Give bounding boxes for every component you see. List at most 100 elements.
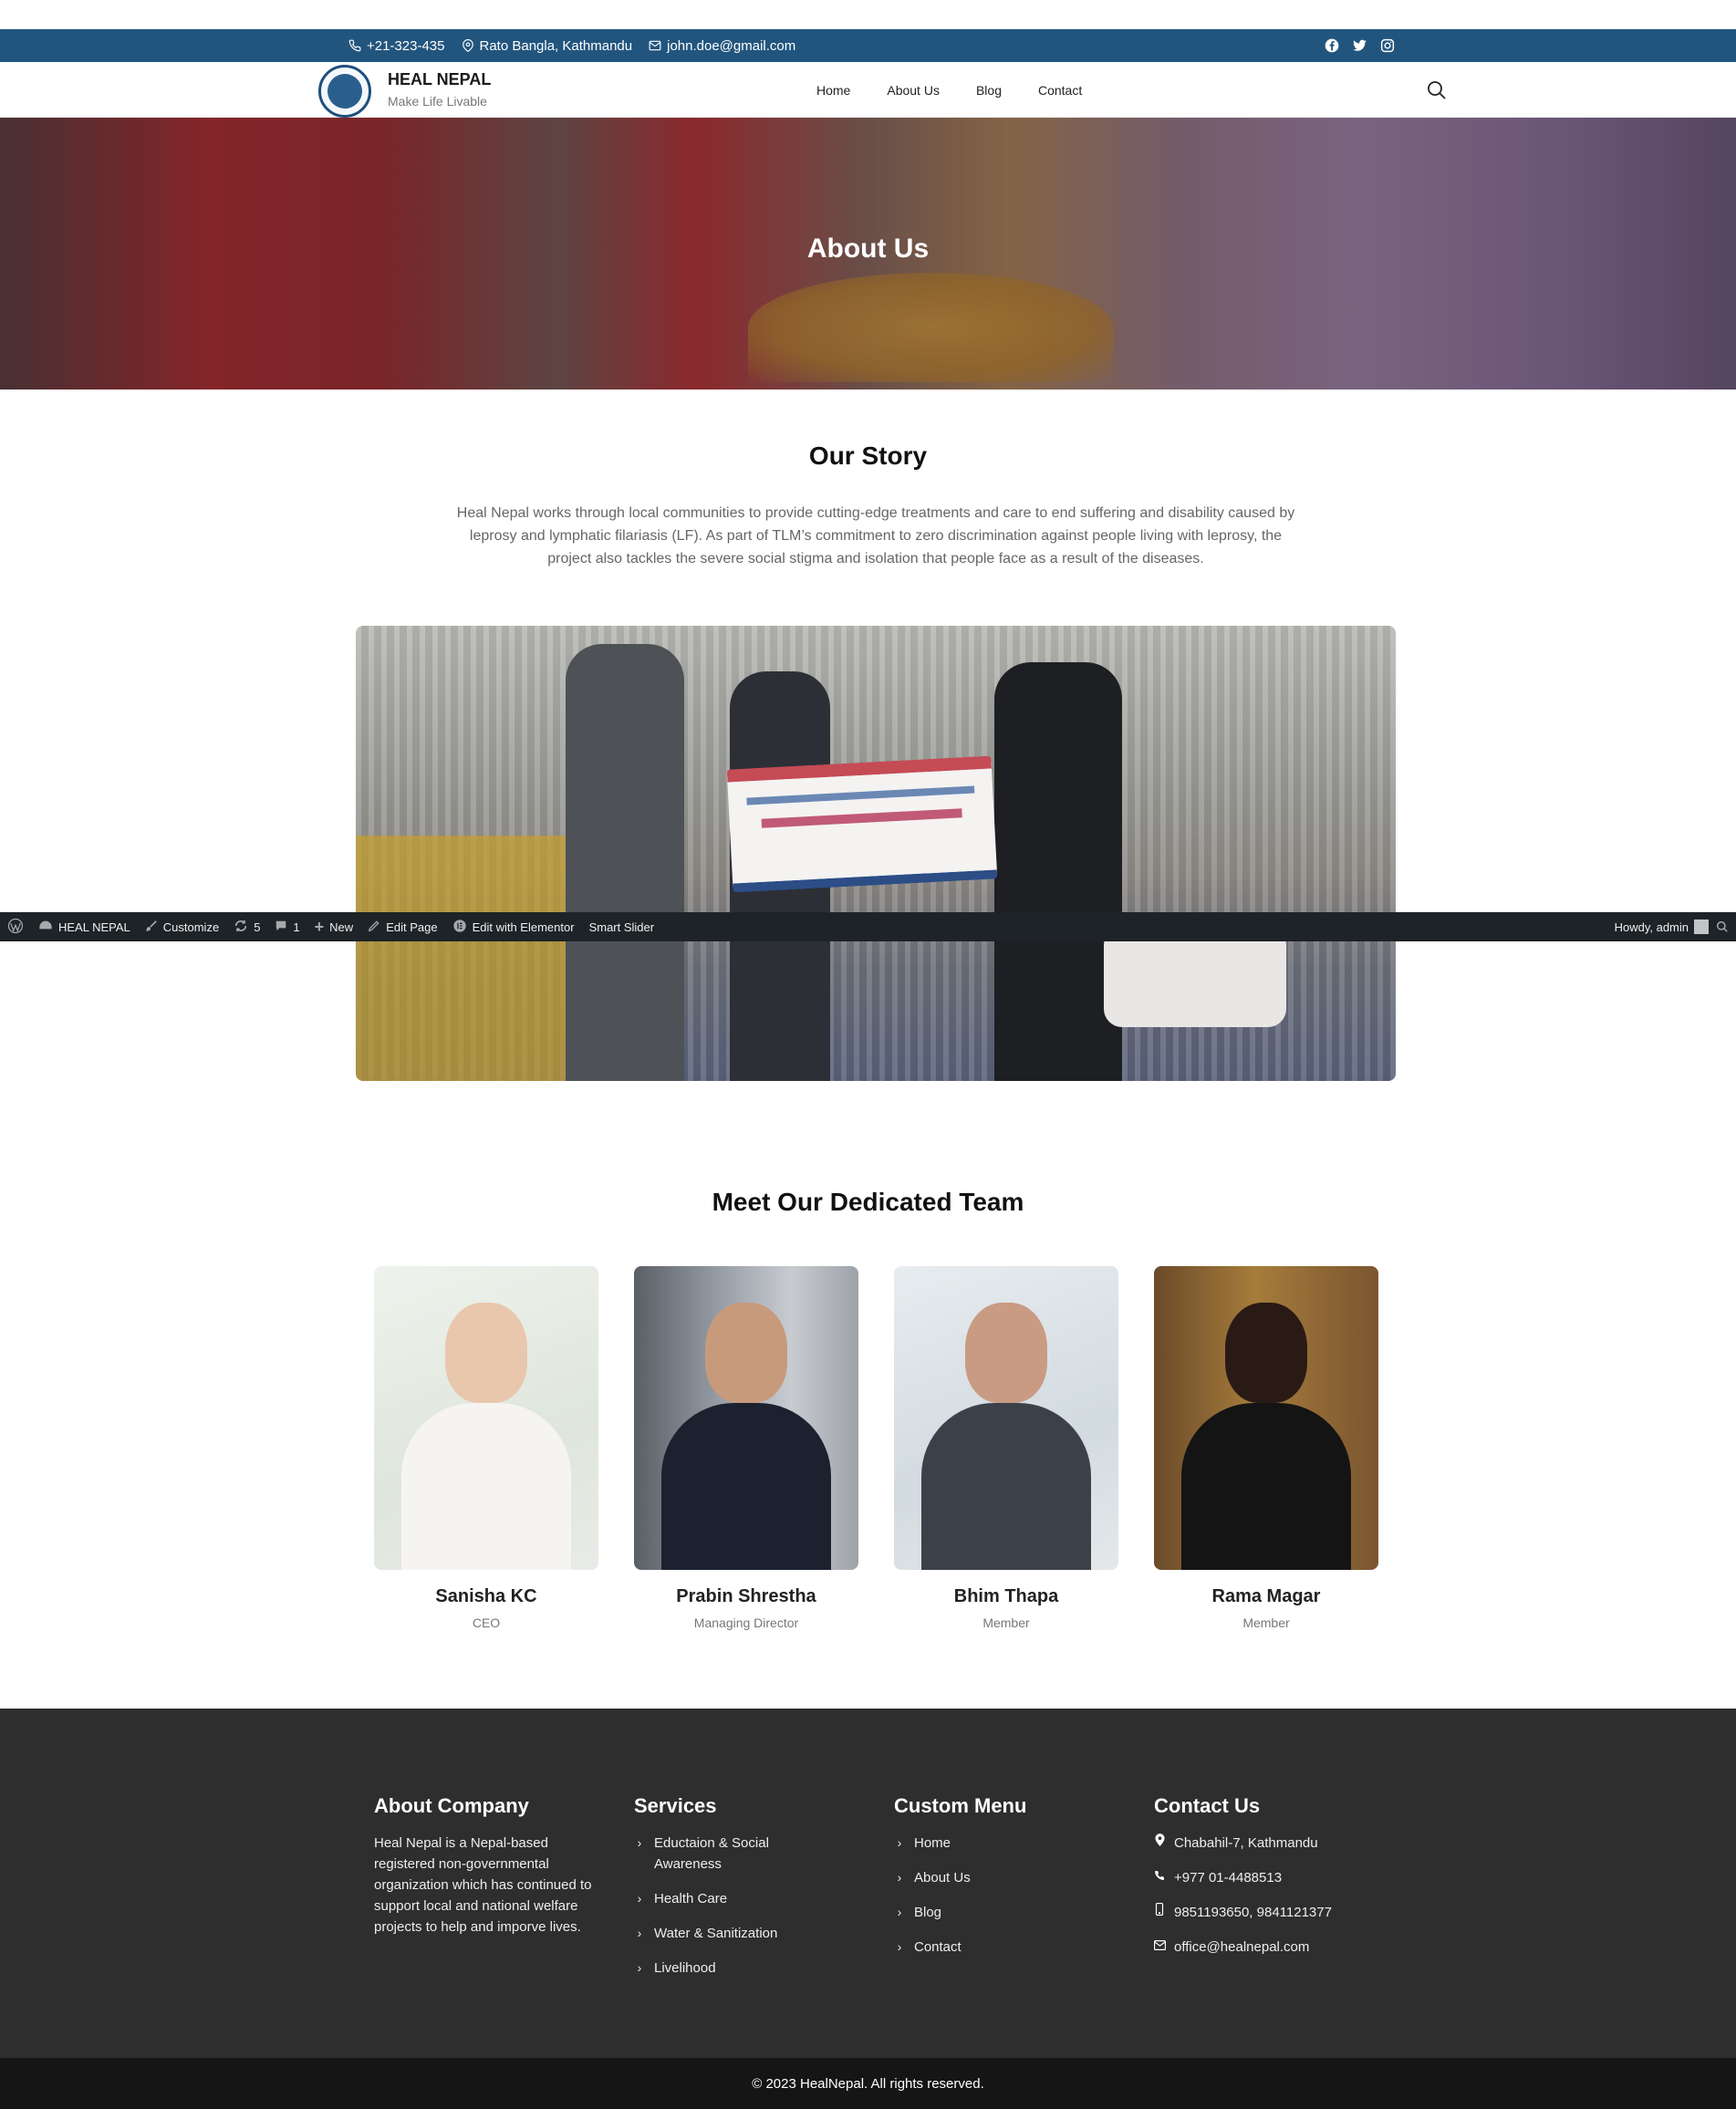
nav-blog[interactable]: Blog xyxy=(976,83,1002,98)
team-member-card: Bhim Thapa Member xyxy=(894,1266,1118,1630)
topbar-contacts: +21-323-435 Rato Bangla, Kathmandu john.… xyxy=(348,29,795,62)
chevron-right-icon: › xyxy=(637,1835,642,1850)
team-member-name: Prabin Shrestha xyxy=(676,1586,816,1606)
team-member-role: Member xyxy=(982,1616,1030,1630)
wp-admin-bar: HEAL NEPAL Customize 5 1 + New Edit Page… xyxy=(0,912,1736,941)
admin-bar-edit-elementor[interactable]: Edit with Elementor xyxy=(445,912,582,941)
mobile-icon xyxy=(1154,1902,1165,1923)
our-story-text: Heal Nepal works through local communiti… xyxy=(456,505,1295,566)
team-member-role: Member xyxy=(1242,1616,1290,1630)
comment-icon xyxy=(275,919,287,935)
team-member-card: Prabin Shrestha Managing Director xyxy=(634,1266,858,1630)
hero-banner: About Us xyxy=(0,118,1736,390)
pencil-icon xyxy=(368,919,380,935)
phone-icon xyxy=(1154,1867,1165,1888)
location-pin-icon xyxy=(1154,1833,1165,1854)
footer-contact-address: Chabahil-7, Kathmandu xyxy=(1154,1833,1332,1854)
main-nav: Home About Us Blog Contact xyxy=(816,62,1082,118)
brand-tagline: Make Life Livable xyxy=(388,94,487,109)
nav-home[interactable]: Home xyxy=(816,83,850,98)
footer-about-heading: About Company xyxy=(374,1794,529,1817)
footer-menu-link[interactable]: › Contact xyxy=(894,1937,1026,1958)
team-member-photo xyxy=(1154,1266,1378,1570)
team-member-photo xyxy=(634,1266,858,1570)
heal-nepal-logo[interactable] xyxy=(318,65,371,118)
admin-bar-customize[interactable]: Customize xyxy=(138,912,226,941)
nav-about-us[interactable]: About Us xyxy=(887,83,940,98)
team-member-card: Sanisha KC CEO xyxy=(374,1266,598,1630)
search-icon[interactable] xyxy=(1709,912,1736,941)
chevron-right-icon: › xyxy=(637,1960,642,1975)
top-info-bar: +21-323-435 Rato Bangla, Kathmandu john.… xyxy=(0,29,1736,62)
avatar xyxy=(1694,919,1709,934)
admin-bar-smart-slider[interactable]: Smart Slider xyxy=(582,912,662,941)
phone-icon xyxy=(348,39,361,52)
wordpress-icon xyxy=(7,918,24,937)
team-heading: Meet Our Dedicated Team xyxy=(712,1188,1024,1216)
team-member-name: Rama Magar xyxy=(1211,1586,1321,1606)
location-pin-icon xyxy=(462,39,474,52)
footer-menu-heading: Custom Menu xyxy=(894,1794,1027,1817)
envelope-icon xyxy=(1153,1937,1167,1958)
footer-about-text: Heal Nepal is a Nepal-based registered n… xyxy=(374,1835,592,1935)
footer-service-link[interactable]: › Health Care xyxy=(634,1888,807,1909)
topbar-phone-text: +21-323-435 xyxy=(367,37,445,54)
refresh-icon xyxy=(234,919,248,936)
admin-bar-comments[interactable]: 1 xyxy=(267,912,307,941)
paintbrush-icon xyxy=(145,919,158,935)
team-member-card: Rama Magar Member xyxy=(1154,1266,1378,1630)
chevron-right-icon: › xyxy=(897,1939,902,1954)
social-links xyxy=(1325,29,1395,62)
facebook-icon[interactable] xyxy=(1325,38,1339,53)
chevron-right-icon: › xyxy=(897,1905,902,1919)
chevron-right-icon: › xyxy=(897,1870,902,1885)
search-icon[interactable] xyxy=(1426,79,1448,106)
team-member-name: Sanisha KC xyxy=(435,1586,537,1606)
topbar-email-text: john.doe@gmail.com xyxy=(667,37,796,54)
footer-service-link[interactable]: › Water & Sanitization xyxy=(634,1923,807,1944)
footer-service-link[interactable]: › Eductaion & Social Awareness xyxy=(634,1833,807,1875)
admin-greeting: Howdy, admin xyxy=(1614,919,1689,934)
admin-bar-new[interactable]: + New xyxy=(307,912,361,941)
topbar-address-text: Rato Bangla, Kathmandu xyxy=(479,37,633,54)
footer-menu-column: Custom Menu › Home › About Us › Blog › Conta… xyxy=(894,1794,1026,1971)
admin-bar-site-name[interactable]: HEAL NEPAL xyxy=(31,912,138,941)
team-member-role: CEO xyxy=(472,1616,501,1630)
footer-contact-mobile[interactable]: 9851193650, 9841121377 xyxy=(1154,1902,1332,1923)
elementor-icon xyxy=(452,919,467,936)
copyright-text: © 2023 HealNepal. All rights reserved. xyxy=(752,2075,984,2092)
page-title: About Us xyxy=(806,234,930,264)
team-member-role: Managing Director xyxy=(693,1616,799,1630)
admin-bar-edit-page[interactable]: Edit Page xyxy=(360,912,444,941)
brand-title[interactable]: HEAL NEPAL xyxy=(388,70,491,89)
footer-contact-heading: Contact Us xyxy=(1154,1794,1261,1817)
admin-bar-account[interactable]: Howdy, admin xyxy=(1615,912,1736,941)
footer-contact-email[interactable]: office@healnepal.com xyxy=(1153,1937,1332,1958)
topbar-phone[interactable]: +21-323-435 xyxy=(348,38,445,54)
instagram-icon[interactable] xyxy=(1380,38,1395,53)
nav-contact[interactable]: Contact xyxy=(1038,83,1082,98)
admin-bar-updates[interactable]: 5 xyxy=(226,912,267,941)
team-member-name: Bhim Thapa xyxy=(953,1586,1059,1606)
plus-icon: + xyxy=(314,918,325,936)
chevron-right-icon: › xyxy=(637,1926,642,1940)
twitter-icon[interactable] xyxy=(1352,38,1367,53)
footer-menu-link[interactable]: › Blog xyxy=(894,1902,1026,1923)
wordpress-logo-menu[interactable] xyxy=(0,912,31,941)
team-member-photo xyxy=(374,1266,598,1570)
copyright-bar: © 2023 HealNepal. All rights reserved. xyxy=(0,2058,1736,2109)
footer-contact-column: Contact Us Chabahil-7, Kathmandu +977 01… xyxy=(1153,1794,1332,1971)
footer-contact-phone[interactable]: +977 01-4488513 xyxy=(1154,1867,1332,1888)
dashboard-icon xyxy=(38,919,53,936)
footer-menu-link[interactable]: › Home xyxy=(894,1833,1026,1854)
footer-services-column: Services › Eductaion & Social Awareness ›… xyxy=(634,1794,807,1992)
topbar-email[interactable]: john.doe@gmail.com xyxy=(649,38,795,54)
footer-about-column: About Company Heal Nepal is a Nepal-base… xyxy=(374,1794,602,1938)
footer-services-heading: Services xyxy=(634,1794,717,1817)
our-story-heading: Our Story xyxy=(808,442,928,470)
topbar-address: Rato Bangla, Kathmandu xyxy=(462,37,633,54)
footer-menu-link[interactable]: › About Us xyxy=(894,1867,1026,1888)
site-header: HEAL NEPAL Make Life Livable Home About … xyxy=(0,62,1736,118)
envelope-icon xyxy=(649,39,661,52)
footer-service-link[interactable]: › Livelihood xyxy=(634,1958,807,1979)
